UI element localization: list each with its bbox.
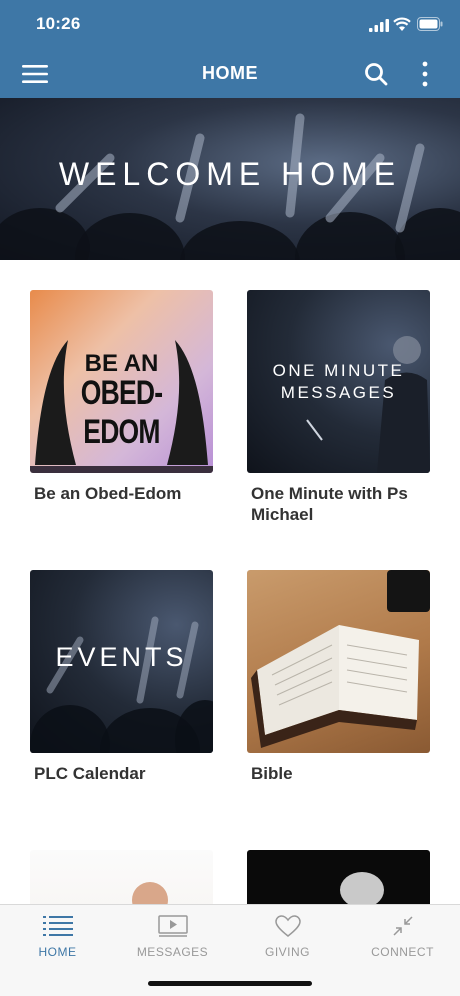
one-minute-artwork-text: ONE MINUTE MESSAGES: [272, 361, 405, 402]
events-artwork: EVENTS: [30, 570, 213, 753]
page-title: HOME: [202, 63, 258, 83]
card-label: Bible: [251, 764, 293, 783]
bible-photo: [247, 570, 430, 753]
search-icon[interactable]: [364, 62, 388, 86]
compress-arrows-icon: [393, 916, 413, 936]
obed-edom-title-main: OBED-EDOM: [80, 374, 163, 451]
video-play-icon: [158, 915, 188, 937]
one-minute-artwork: ONE MINUTE MESSAGES: [247, 290, 430, 473]
tab-label: HOME: [38, 945, 77, 959]
events-artwork-text: EVENTS: [55, 642, 188, 672]
more-vertical-icon[interactable]: [418, 60, 432, 88]
tab-label: CONNECT: [371, 945, 434, 959]
open-book-image: [251, 570, 430, 748]
app-header: 10:26 HOME: [0, 0, 460, 98]
banner-headline: WELCOME HOME: [58, 156, 402, 192]
status-bar: 10:26: [0, 0, 460, 50]
partial-thumbnail: [247, 850, 430, 904]
welcome-banner[interactable]: WELCOME HOME: [0, 98, 460, 260]
partial-thumbnail: [30, 850, 213, 904]
list-icon: [43, 916, 73, 936]
card-label: Be an Obed-Edom: [34, 484, 182, 503]
bottom-tab-bar: HOME MESSAGES GIVING CONNECT: [0, 904, 460, 996]
battery-icon: [417, 17, 443, 31]
card-label: PLC Calendar: [34, 764, 146, 783]
home-indicator: [148, 981, 312, 986]
speaker-photo: [340, 872, 384, 904]
person-photo: [132, 882, 168, 904]
wifi-icon: [393, 17, 411, 31]
obed-edom-artwork: BE AN OBED-EDOM: [30, 290, 213, 473]
heart-icon: [275, 915, 301, 937]
content-grid: BE AN OBED-EDOM Be an Obed-Edom ONE MINU…: [0, 260, 460, 904]
tab-messages[interactable]: MESSAGES: [115, 905, 230, 975]
tab-home[interactable]: HOME: [0, 905, 115, 975]
tab-label: GIVING: [264, 945, 310, 959]
status-time: 10:26: [36, 14, 81, 33]
nav-bar: HOME: [0, 50, 460, 98]
card-label: One Minute with Ps Michael: [251, 484, 408, 524]
tab-connect[interactable]: CONNECT: [345, 905, 460, 975]
tab-label: MESSAGES: [136, 945, 209, 959]
hamburger-menu-icon[interactable]: [22, 63, 48, 85]
tab-giving[interactable]: GIVING: [230, 905, 345, 975]
cellular-signal-icon: [369, 19, 389, 32]
